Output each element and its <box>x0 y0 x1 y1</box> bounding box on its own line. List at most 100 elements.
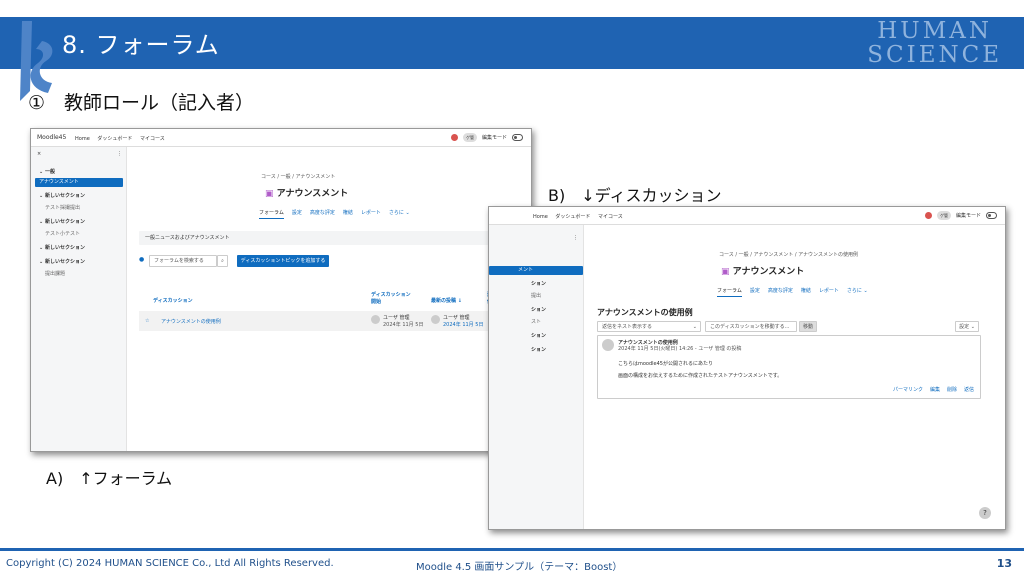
star-icon[interactable]: ☆ <box>145 318 149 324</box>
discussion-link[interactable]: アナウンスメントの使用例 <box>161 318 221 325</box>
drawer-item-announcements[interactable]: アナウンスメント <box>35 178 123 187</box>
display-mode-select[interactable]: 返信をネスト表示する ⌄ <box>597 321 701 332</box>
page-title: ▣ アナウンスメント <box>265 189 349 199</box>
drawer-item[interactable]: 提出課題 <box>35 270 123 279</box>
edit-mode-toggle[interactable] <box>512 134 523 141</box>
breadcrumb[interactable]: コース / 一般 / アナウンスメント <box>261 173 335 180</box>
avatar[interactable]: ゲ管 <box>462 133 477 142</box>
tab-settings[interactable]: 設定 <box>750 287 760 297</box>
avatar <box>431 315 440 324</box>
info-icon[interactable]: ● <box>139 256 144 263</box>
add-discussion-button[interactable]: ディスカッショントピックを追加する <box>237 255 329 267</box>
drawer-section[interactable]: ション <box>489 332 583 341</box>
post-actions: パーマリンク 編集 削除 返信 <box>893 386 974 393</box>
permalink-link[interactable]: パーマリンク <box>893 386 923 393</box>
nav-dashboard[interactable]: ダッシュボード <box>555 214 590 220</box>
drawer-item-announcements[interactable]: メント <box>489 266 583 275</box>
tab-forum[interactable]: フォーラム <box>259 209 284 219</box>
site-name[interactable]: Moodle45 <box>37 134 66 141</box>
delete-link[interactable]: 削除 <box>947 386 957 393</box>
drawer-section[interactable]: ⌄ 新しいセクション <box>35 218 123 227</box>
drawer-item[interactable]: テスト小テスト <box>35 230 123 239</box>
drawer-item[interactable]: スト <box>489 318 583 327</box>
nav-dashboard[interactable]: ダッシュボード <box>97 136 132 142</box>
course-index-drawer: ⋮ メント ション 提出 ション スト ション ション <box>489 225 584 529</box>
drawer-item[interactable]: テスト採撮提出 <box>35 204 123 213</box>
secondary-nav: フォーラム 設定 高度な評定 権結 レポート さらに ⌄ <box>259 209 410 219</box>
tab-permissions[interactable]: 権結 <box>343 209 353 219</box>
nav-home[interactable]: Home <box>533 214 548 220</box>
drawer-section[interactable]: ⌄ 一般 <box>35 168 123 177</box>
nav-home[interactable]: Home <box>75 136 90 142</box>
slide-title: 8. フォーラム <box>62 31 220 59</box>
tab-forum[interactable]: フォーラム <box>717 287 742 297</box>
drawer-section[interactable]: ション <box>489 346 583 355</box>
move-button[interactable]: 移動 <box>799 321 817 332</box>
drawer-section[interactable]: ション <box>489 280 583 289</box>
nav-my-courses[interactable]: マイコース <box>140 136 165 142</box>
edit-mode-label: 編集モード <box>955 213 981 219</box>
tab-reports[interactable]: レポート <box>819 287 839 297</box>
breadcrumb[interactable]: コース / 一般 / アナウンスメント / アナウンスメントの使用例 <box>719 251 858 258</box>
caption-a: A) ↑フォーラム <box>46 469 173 488</box>
forum-search-input[interactable]: フォーラムを検索する <box>149 255 217 267</box>
last-post-user[interactable]: ユーザ 管理 <box>443 314 470 321</box>
moodle-navbar: Moodle45 Home ダッシュボード マイコース ゲ管 編集モード <box>31 129 531 147</box>
more-icon[interactable]: ⋮ <box>117 151 122 157</box>
post-body-line: 画面の構成をお伝えするために作成されたテストアナウンスメントです。 <box>618 373 783 379</box>
nav-my-courses[interactable]: マイコース <box>598 214 623 220</box>
post-meta: 2024年 11月 5日(火曜日) 14:26 - ユーザ 管理 の投稿 <box>618 346 742 352</box>
tab-settings[interactable]: 設定 <box>292 209 302 219</box>
tab-advanced-grading[interactable]: 高度な評定 <box>768 287 793 297</box>
caption-b: B) ↓ディスカッション <box>548 186 722 205</box>
course-index-drawer: × ⋮ ⌄ 一般 アナウンスメント ⌄ 新しいセクション テスト採撮提出 ⌄ 新… <box>31 147 127 451</box>
drawer-section[interactable]: ⌄ 新しいセクション <box>35 244 123 253</box>
more-icon[interactable]: ⋮ <box>573 235 578 241</box>
screenshot-discussion: Home ダッシュボード マイコース ゲ管 編集モード ⋮ メント ション 提出… <box>488 206 1006 530</box>
settings-menu-button[interactable]: 設定 ⌄ <box>955 321 979 332</box>
edit-mode-label: 編集モード <box>481 135 507 141</box>
forum-icon: ▣ <box>721 267 730 277</box>
search-icon[interactable]: ⌕ <box>217 255 228 267</box>
footer-description: Moodle 4.5 画面サンプル（テーマ：Boost） <box>416 562 623 573</box>
col-last-post[interactable]: 最新の投稿 ↓ <box>431 297 462 304</box>
close-icon[interactable]: × <box>37 151 41 157</box>
page-title: ▣ アナウンスメント <box>721 267 805 277</box>
col-started[interactable]: ディスカッション開始 <box>371 291 415 305</box>
col-discussion[interactable]: ディスカッション <box>153 297 193 304</box>
title-banner: 8. フォーラム HUMAN SCIENCE <box>0 17 1024 101</box>
help-button[interactable]: ? <box>979 507 991 519</box>
secondary-nav: フォーラム 設定 高度な評定 権結 レポート さらに ⌄ <box>717 287 868 297</box>
slide-subtitle: ① 教師ロール（記入者） <box>28 92 255 114</box>
forum-intro: 一般ニュースおよびアナウンスメント <box>139 231 507 245</box>
moodle-navbar: Home ダッシュボード マイコース ゲ管 編集モード <box>489 207 1005 225</box>
drawer-item[interactable]: 提出 <box>489 292 583 301</box>
drawer-section[interactable]: ション <box>489 306 583 315</box>
drawer-section[interactable]: ⌄ 新しいセクション <box>35 192 123 201</box>
tab-more[interactable]: さらに ⌄ <box>389 209 410 219</box>
footer-copyright: Copyright (C) 2024 HUMAN SCIENCE Co., Lt… <box>6 558 334 569</box>
starter-name[interactable]: ユーザ 管理 <box>383 314 410 321</box>
edit-mode-toggle[interactable] <box>986 212 997 219</box>
move-discussion-select[interactable]: このディスカッションを移動する... <box>705 321 797 332</box>
start-date: 2024年 11月 5日 <box>383 322 424 328</box>
discussion-title: アナウンスメントの使用例 <box>597 308 693 317</box>
last-post-date[interactable]: 2024年 11月 5日 <box>443 321 483 328</box>
screenshot-forum: Moodle45 Home ダッシュボード マイコース ゲ管 編集モード × ⋮… <box>30 128 532 452</box>
tab-advanced-grading[interactable]: 高度な評定 <box>310 209 335 219</box>
avatar[interactable]: ゲ管 <box>936 211 951 220</box>
page-number: 13 <box>996 557 1012 570</box>
notification-icon[interactable] <box>450 134 458 141</box>
post-body-line: こちらはmoodle45が公開されるにあたり <box>618 361 713 367</box>
avatar <box>602 339 614 351</box>
reply-link[interactable]: 返信 <box>964 386 974 393</box>
tab-permissions[interactable]: 権結 <box>801 287 811 297</box>
notification-icon[interactable] <box>924 212 932 219</box>
tab-more[interactable]: さらに ⌄ <box>847 287 868 297</box>
footer-divider <box>0 548 1024 551</box>
table-row[interactable]: ☆ アナウンスメントの使用例 ユーザ 管理 2024年 11月 5日 ユーザ 管… <box>139 311 507 331</box>
drawer-section[interactable]: ⌄ 新しいセクション <box>35 258 123 267</box>
chevron-down-icon: ⌄ <box>692 324 697 330</box>
edit-link[interactable]: 編集 <box>930 386 940 393</box>
tab-reports[interactable]: レポート <box>361 209 381 219</box>
